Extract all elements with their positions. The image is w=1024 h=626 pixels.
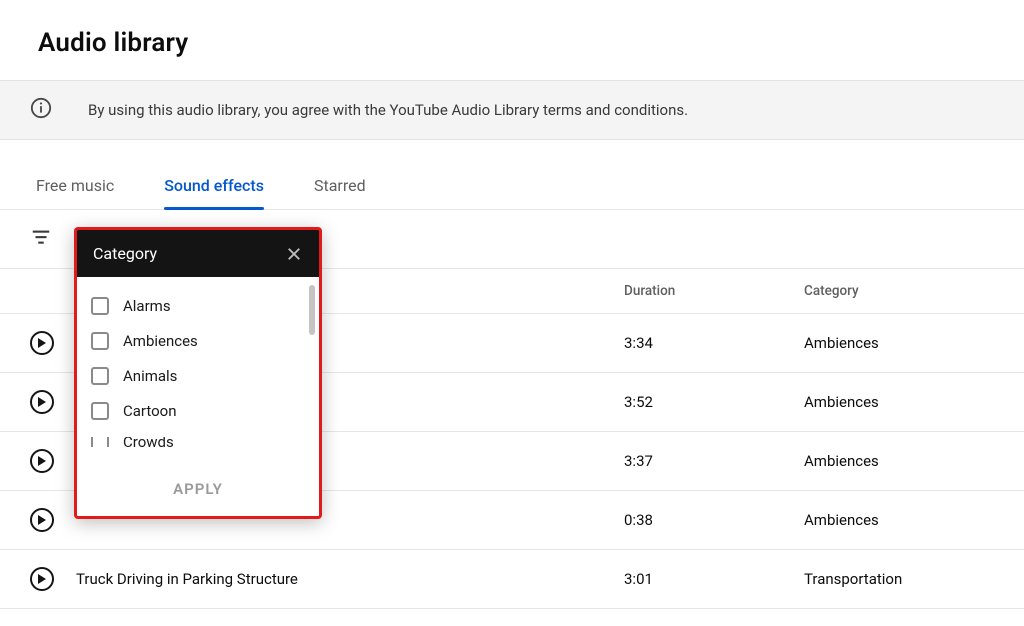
track-category: Ambiences [804,334,994,352]
track-duration: 3:01 [624,570,804,588]
checkbox[interactable] [91,437,109,447]
track-duration: 3:37 [624,452,804,470]
popup-title: Category [93,244,157,263]
scrollbar-thumb[interactable] [309,285,315,335]
track-category: Ambiences [804,393,994,411]
popup-header: Category [77,230,319,277]
filter-option-partial[interactable]: Crowds [91,437,305,447]
option-label: Cartoon [123,402,177,420]
option-label: Animals [123,367,177,385]
apply-button[interactable]: APPLY [173,480,223,498]
info-icon [30,97,52,123]
play-button[interactable] [30,449,54,473]
tab-free-music[interactable]: Free music [36,176,114,209]
checkbox[interactable] [91,402,109,420]
play-button[interactable] [30,508,54,532]
column-header-duration[interactable]: Duration [624,283,804,299]
filter-option-cartoon[interactable]: Cartoon [91,402,305,420]
track-duration: 3:34 [624,334,804,352]
filter-option-animals[interactable]: Animals [91,367,305,385]
tab-sound-effects[interactable]: Sound effects [164,176,264,209]
tabs-bar: Free music Sound effects Starred [0,140,1024,210]
checkbox[interactable] [91,332,109,350]
tab-starred[interactable]: Starred [314,176,366,209]
option-label: Alarms [123,297,171,315]
track-category: Ambiences [804,452,994,470]
page-title: Audio library [0,0,1024,80]
category-filter-popup: Category Alarms Ambiences Animals Cartoo… [74,227,322,519]
play-button[interactable] [30,567,54,591]
table-row: Truck Driving in Parking Structure 3:01 … [0,550,1024,609]
track-category: Ambiences [804,511,994,529]
track-category: Transportation [804,570,994,588]
column-header-category[interactable]: Category [804,283,994,299]
play-button[interactable] [30,390,54,414]
filter-icon[interactable] [30,226,52,252]
track-title: Truck Driving in Parking Structure [76,570,624,588]
terms-notice-text: By using this audio library, you agree w… [88,101,688,119]
checkbox[interactable] [91,297,109,315]
filter-option-alarms[interactable]: Alarms [91,297,305,315]
close-icon[interactable] [285,245,303,263]
popup-footer: APPLY [77,463,319,516]
popup-options-list: Alarms Ambiences Animals Cartoon Crowds [77,277,319,463]
filter-option-ambiences[interactable]: Ambiences [91,332,305,350]
track-duration: 3:52 [624,393,804,411]
option-label: Crowds [123,437,174,447]
track-duration: 0:38 [624,511,804,529]
terms-notice-bar: By using this audio library, you agree w… [0,80,1024,140]
play-button[interactable] [30,331,54,355]
checkbox[interactable] [91,367,109,385]
option-label: Ambiences [123,332,198,350]
